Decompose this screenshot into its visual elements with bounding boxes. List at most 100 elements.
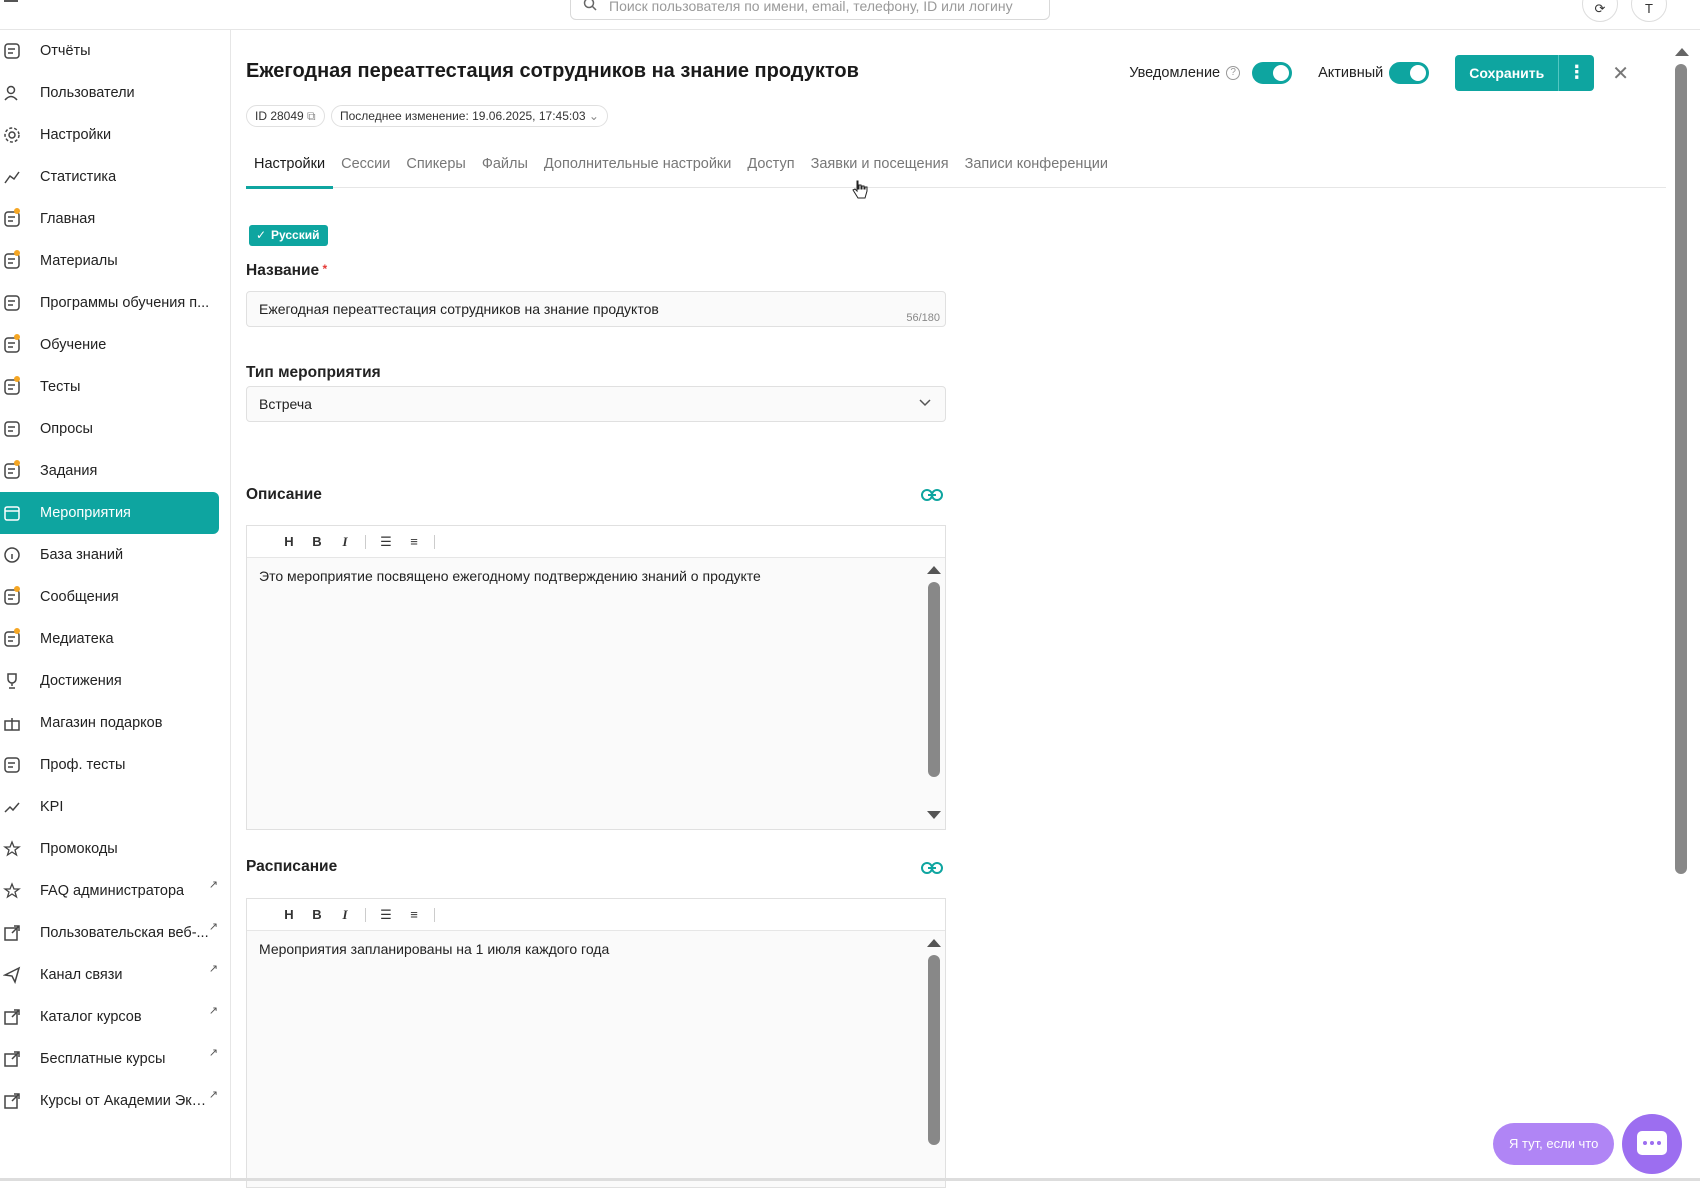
sidebar-item[interactable]: Медиатека [0, 618, 230, 660]
description-text-area[interactable]: Это мероприятие посвящено ежегодному под… [247, 558, 945, 829]
sidebar-item[interactable]: Главная [0, 198, 230, 240]
heading-button[interactable]: H [275, 907, 303, 922]
main-panel: Ежегодная переаттестация сотрудников на … [231, 30, 1669, 1188]
scroll-down-icon[interactable] [927, 811, 941, 819]
sidebar-item[interactable]: Курсы от Академии Экв... ↗ [0, 1080, 230, 1122]
type-select[interactable]: Встреча [246, 386, 946, 422]
scroll-thumb[interactable] [928, 582, 940, 777]
id-chip[interactable]: ID 28049 ⧉ [246, 105, 325, 127]
trend-icon [4, 802, 20, 813]
sidebar-item[interactable]: Отчёты [0, 30, 230, 72]
search-placeholder: Поиск пользователя по имени, email, теле… [609, 0, 1013, 14]
heading-button[interactable]: H [275, 534, 303, 549]
sidebar-item[interactable]: Бесплатные курсы ↗ [0, 1038, 230, 1080]
sidebar-item-label: Опросы [40, 421, 93, 437]
sidebar-item[interactable]: FAQ администратора ↗ [0, 870, 230, 912]
link-icon[interactable] [921, 488, 943, 502]
avatar[interactable]: Т [1631, 0, 1667, 22]
bullet-list-icon[interactable]: ☰ [372, 534, 400, 550]
scroll-up-icon[interactable] [927, 566, 941, 574]
tab[interactable]: Доступ [739, 148, 802, 188]
scroll-thumb[interactable] [1675, 64, 1687, 874]
tab[interactable]: Заявки и посещения [803, 148, 957, 188]
editor-scrollbar[interactable] [927, 566, 941, 819]
history-icon[interactable]: ⟳ [1582, 0, 1618, 22]
chat-button[interactable] [1622, 1114, 1682, 1174]
save-button[interactable]: Сохранить [1455, 55, 1559, 91]
chart-icon [4, 171, 20, 184]
tab[interactable]: Спикеры [398, 148, 473, 188]
sidebar-item-label: Курсы от Академии Экв... [40, 1093, 210, 1109]
description-editor[interactable]: H B I ☰ ≡ Это мероприятие посвящено ежег… [246, 525, 946, 830]
bullet-list-icon[interactable]: ☰ [372, 907, 400, 923]
sidebar-item[interactable]: Пользовательская веб-... ↗ [0, 912, 230, 954]
scroll-up-icon[interactable] [927, 939, 941, 947]
toolbar-divider [365, 907, 366, 922]
editor-toolbar: H B I ☰ ≡ [247, 899, 945, 931]
sidebar-item[interactable]: Промокоды [0, 828, 230, 870]
sidebar: Отчёты Пользователи Настройки Статистика Гла… [0, 30, 231, 1181]
editor-scrollbar[interactable] [927, 939, 941, 1145]
notification-toggle[interactable] [1252, 62, 1293, 84]
italic-button[interactable]: I [331, 534, 359, 550]
italic-button[interactable]: I [331, 907, 359, 923]
numbered-list-icon[interactable]: ≡ [400, 534, 428, 549]
sidebar-item-label: Программы обучения п... [40, 295, 210, 311]
name-input[interactable]: Ежегодная переаттестация сотрудников на … [246, 291, 946, 327]
tab[interactable]: Файлы [474, 148, 536, 188]
sidebar-item-label: Бесплатные курсы [40, 1051, 166, 1067]
prof-tests-icon [4, 757, 20, 773]
sidebar-item[interactable]: Настройки [0, 114, 230, 156]
close-icon[interactable]: ✕ [1612, 61, 1629, 86]
sidebar-item[interactable]: Достижения [0, 660, 230, 702]
search-input[interactable]: Поиск пользователя по имени, email, теле… [570, 0, 1050, 20]
tab[interactable]: Дополнительные настройки [536, 148, 739, 188]
sidebar-item[interactable]: Проф. тесты [0, 744, 230, 786]
sidebar-item[interactable]: Каталог курсов ↗ [0, 996, 230, 1038]
menu-icon[interactable] [4, 0, 22, 10]
help-icon[interactable]: ? [1226, 66, 1241, 80]
sidebar-item[interactable]: База знаний [0, 534, 230, 576]
sidebar-item-label: Проф. тесты [40, 757, 126, 773]
language-badge[interactable]: ✓ Русский [249, 225, 328, 246]
bold-button[interactable]: B [303, 534, 331, 549]
sidebar-item[interactable]: Задания [0, 450, 230, 492]
copy-icon[interactable]: ⧉ [307, 109, 316, 123]
sidebar-item-label: KPI [40, 799, 64, 815]
sidebar-item[interactable]: Материалы [0, 240, 230, 282]
sidebar-item[interactable]: Опросы [0, 408, 230, 450]
notification-dot [14, 376, 20, 382]
tab[interactable]: Записи конференции [957, 148, 1116, 188]
page-scrollbar[interactable] [1675, 48, 1689, 893]
sidebar-item[interactable]: Пользователи [0, 72, 230, 114]
tab[interactable]: Настройки [246, 148, 334, 189]
external-link-icon [4, 925, 20, 941]
schedule-editor[interactable]: H B I ☰ ≡ Мероприятия запланированы на 1… [246, 898, 946, 1188]
sidebar-item[interactable]: Тесты [0, 366, 230, 408]
sidebar-item[interactable]: Статистика [0, 156, 230, 198]
tab[interactable]: Сессии [333, 148, 398, 188]
sidebar-item[interactable]: Канал связи ↗ [0, 954, 230, 996]
active-toggle[interactable] [1389, 62, 1430, 84]
chevron-down-icon: ⌄ [588, 109, 599, 123]
more-options-icon[interactable]: ⋮ [1558, 55, 1595, 91]
id-label: ID 28049 [255, 109, 304, 123]
top-bar: Поиск пользователя по имени, email, теле… [0, 0, 1700, 30]
sidebar-item[interactable]: Сообщения [0, 576, 230, 618]
external-arrow-icon: ↗ [208, 1089, 218, 1101]
sidebar-item[interactable]: Программы обучения п... [0, 282, 230, 324]
last-change-chip[interactable]: Последнее изменение: 19.06.2025, 17:45:0… [331, 105, 608, 127]
sidebar-item[interactable]: KPI [0, 786, 230, 828]
numbered-list-icon[interactable]: ≡ [400, 907, 428, 922]
sidebar-item[interactable]: Мероприятия [0, 492, 219, 534]
schedule-text-area[interactable]: Мероприятия запланированы на 1 июля кажд… [247, 931, 945, 1187]
sidebar-item[interactable]: Обучение [0, 324, 230, 366]
scroll-up-icon[interactable] [1675, 48, 1689, 56]
bold-button[interactable]: B [303, 907, 331, 922]
scroll-thumb[interactable] [928, 955, 940, 1145]
type-field-label: Тип мероприятия [246, 364, 381, 381]
sidebar-item[interactable]: Магазин подарков [0, 702, 230, 744]
required-marker: * [319, 262, 328, 276]
link-icon[interactable] [921, 861, 943, 875]
help-pill-button[interactable]: Я тут, если что [1493, 1123, 1615, 1165]
